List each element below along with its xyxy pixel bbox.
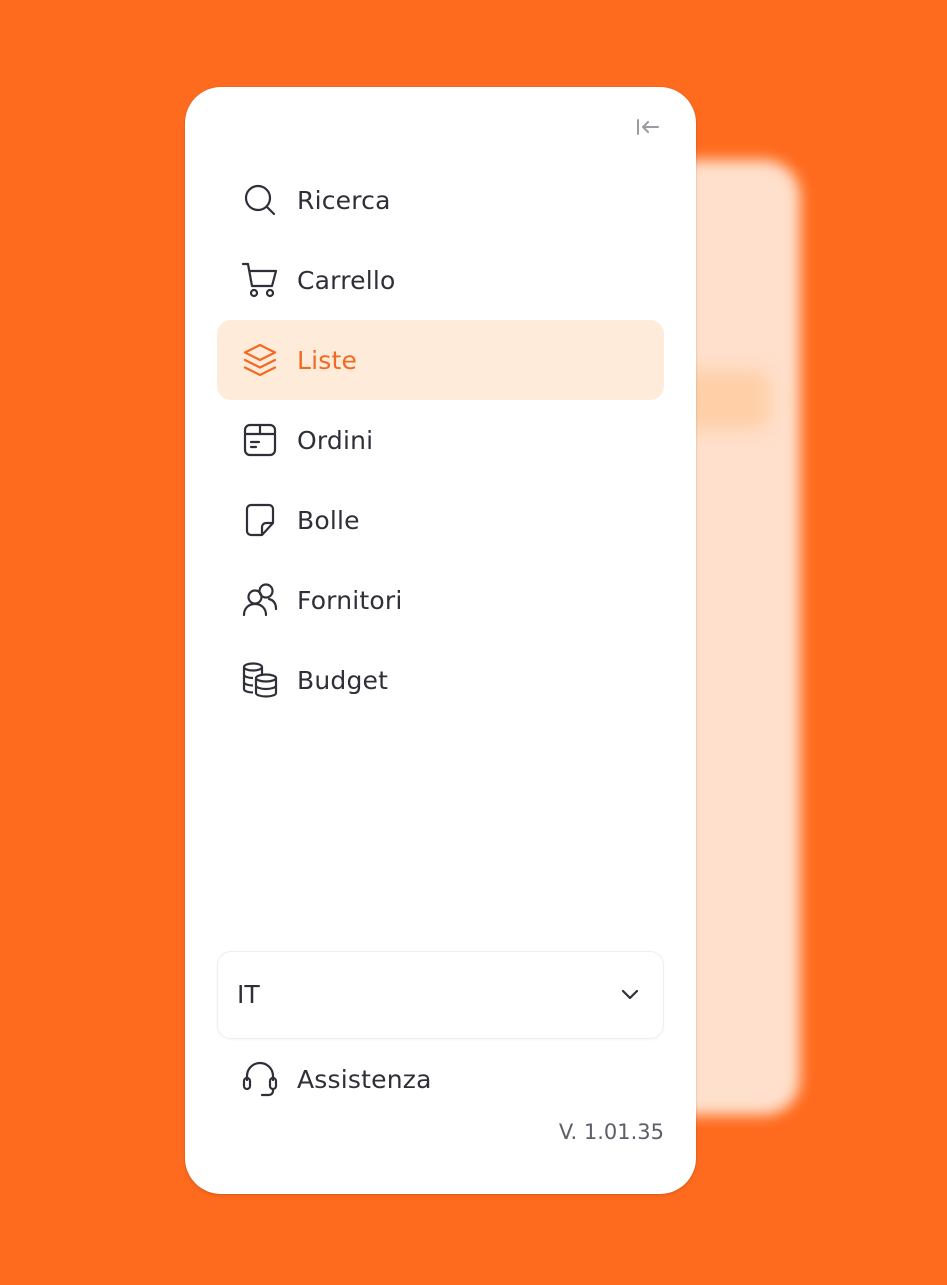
nav-item-bolle[interactable]: Bolle (217, 480, 664, 560)
headset-icon (241, 1060, 279, 1098)
version-text: V. 1.01.35 (558, 1120, 664, 1144)
users-icon (241, 581, 279, 619)
main-nav: Ricerca Carrello Liste Ordini Bolle Forn… (217, 160, 664, 720)
collapse-sidebar-button[interactable] (634, 115, 662, 139)
nav-item-label: Bolle (297, 505, 360, 535)
nav-item-label: Fornitori (297, 585, 403, 615)
nav-item-carrello[interactable]: Carrello (217, 240, 664, 320)
nav-item-label: Carrello (297, 265, 396, 295)
nav-item-ordini[interactable]: Ordini (217, 400, 664, 480)
support-label: Assistenza (297, 1064, 432, 1094)
nav-item-budget[interactable]: Budget (217, 640, 664, 720)
nav-item-fornitori[interactable]: Fornitori (217, 560, 664, 640)
nav-item-label: Budget (297, 665, 389, 695)
navigation-sidebar: Ricerca Carrello Liste Ordini Bolle Forn… (185, 87, 696, 1194)
coins-icon (241, 661, 279, 699)
nav-item-label: Liste (297, 345, 358, 375)
layers-icon (241, 341, 279, 379)
nav-item-label: Ordini (297, 425, 374, 455)
chevron-down-icon (621, 989, 639, 1000)
nav-item-label: Ricerca (297, 185, 391, 215)
language-value: IT (237, 980, 260, 1009)
note-icon (241, 501, 279, 539)
search-icon (241, 181, 279, 219)
collapse-left-icon (637, 119, 659, 135)
support-link[interactable]: Assistenza (217, 1039, 664, 1119)
language-select[interactable]: IT (217, 951, 664, 1039)
box-icon (241, 421, 279, 459)
cart-icon (241, 261, 279, 299)
nav-item-ricerca[interactable]: Ricerca (217, 160, 664, 240)
nav-item-liste[interactable]: Liste (217, 320, 664, 400)
